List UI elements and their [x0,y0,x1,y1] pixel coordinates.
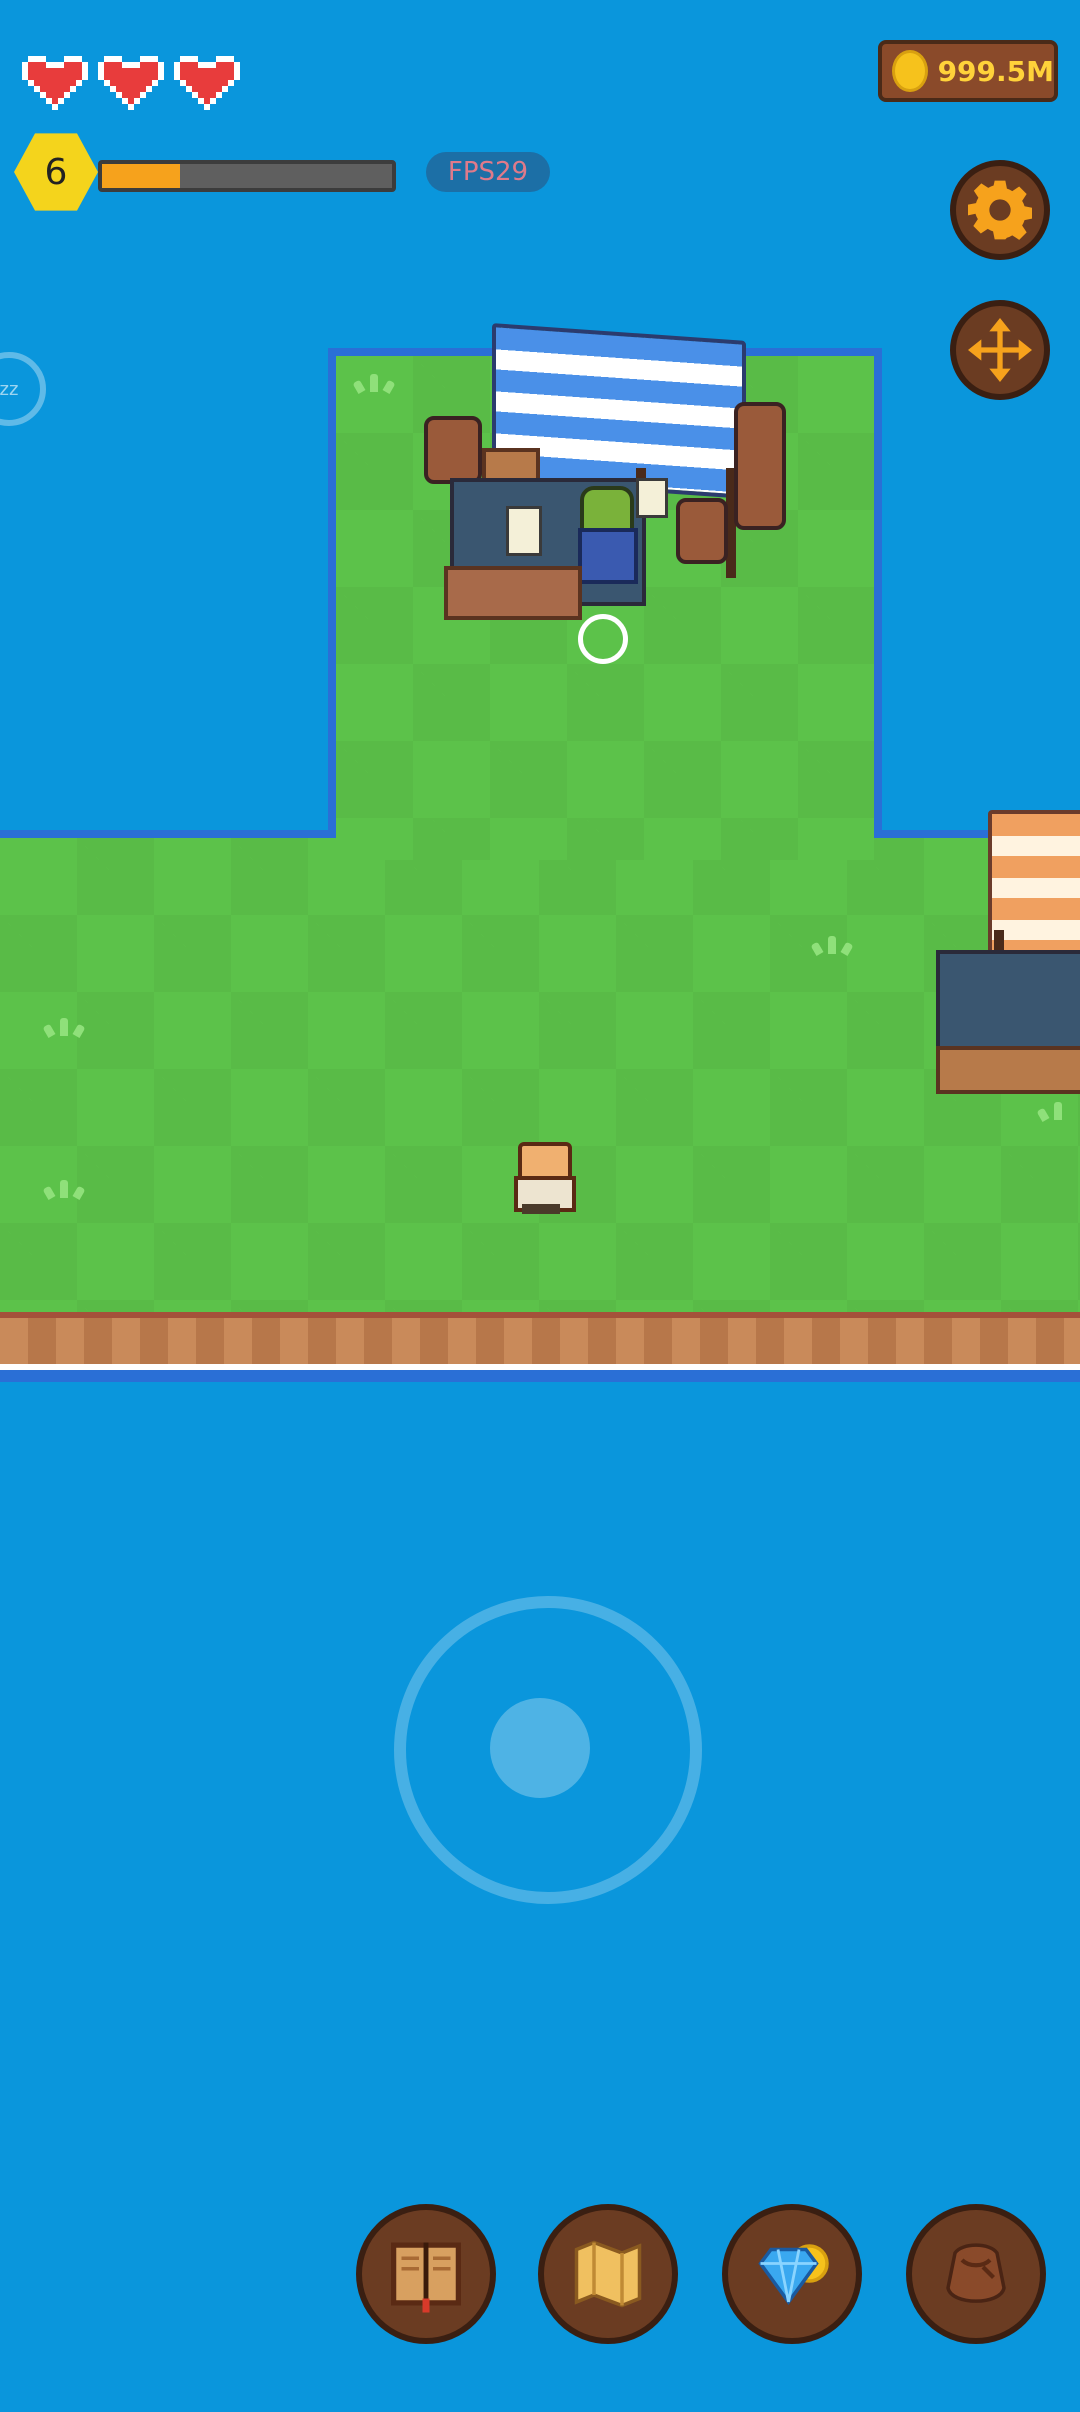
fps-counter: FPS29 [426,152,550,192]
heart-icon [98,56,164,110]
npc-body [578,528,638,584]
heart-icon [174,56,240,110]
main-grass-field [0,838,1080,1316]
grass-tuft [352,372,396,394]
map-scroll-icon [574,2240,642,2308]
price-note [636,478,668,518]
grass-connector [336,820,874,860]
tap-target-marker [578,614,628,664]
joystick-knob[interactable] [490,1698,590,1798]
cliff-edge [0,1312,1080,1370]
map-button[interactable] [538,2204,678,2344]
book-icon [391,2242,461,2313]
player-character [512,1142,576,1214]
grass-tuft [42,1178,86,1200]
settings-button[interactable] [950,160,1050,260]
shop-button[interactable] [722,2204,862,2344]
goods-crate [444,566,582,620]
move-arrows-icon [968,318,1032,382]
inventory-button[interactable] [906,2204,1046,2344]
coin-counter[interactable]: 999.5M [878,40,1058,102]
merchant-stall[interactable] [420,318,786,620]
game-world[interactable] [0,0,1080,2412]
barrel [734,402,786,530]
coin-icon [892,50,928,92]
move-mode-button[interactable] [950,300,1050,400]
barrel [676,498,728,564]
price-note [506,506,542,556]
xp-bar-fill [102,164,181,188]
grass-tuft [1036,1100,1080,1122]
xp-bar [98,160,396,192]
heart-icon [22,56,88,110]
gear-icon [968,180,1032,240]
journal-button[interactable] [356,2204,496,2344]
barrel [424,416,482,484]
grass-tuft [42,1016,86,1038]
health-hearts [22,50,252,114]
leather-bag-icon [946,2243,1006,2303]
secondary-stall[interactable] [930,790,1080,1100]
grass-tuft [810,934,854,956]
goods-crate [936,1046,1080,1094]
gem-coin-icon [758,2244,829,2305]
shore-shadow [0,1370,1080,1382]
coin-amount: 999.5M [937,54,1054,88]
